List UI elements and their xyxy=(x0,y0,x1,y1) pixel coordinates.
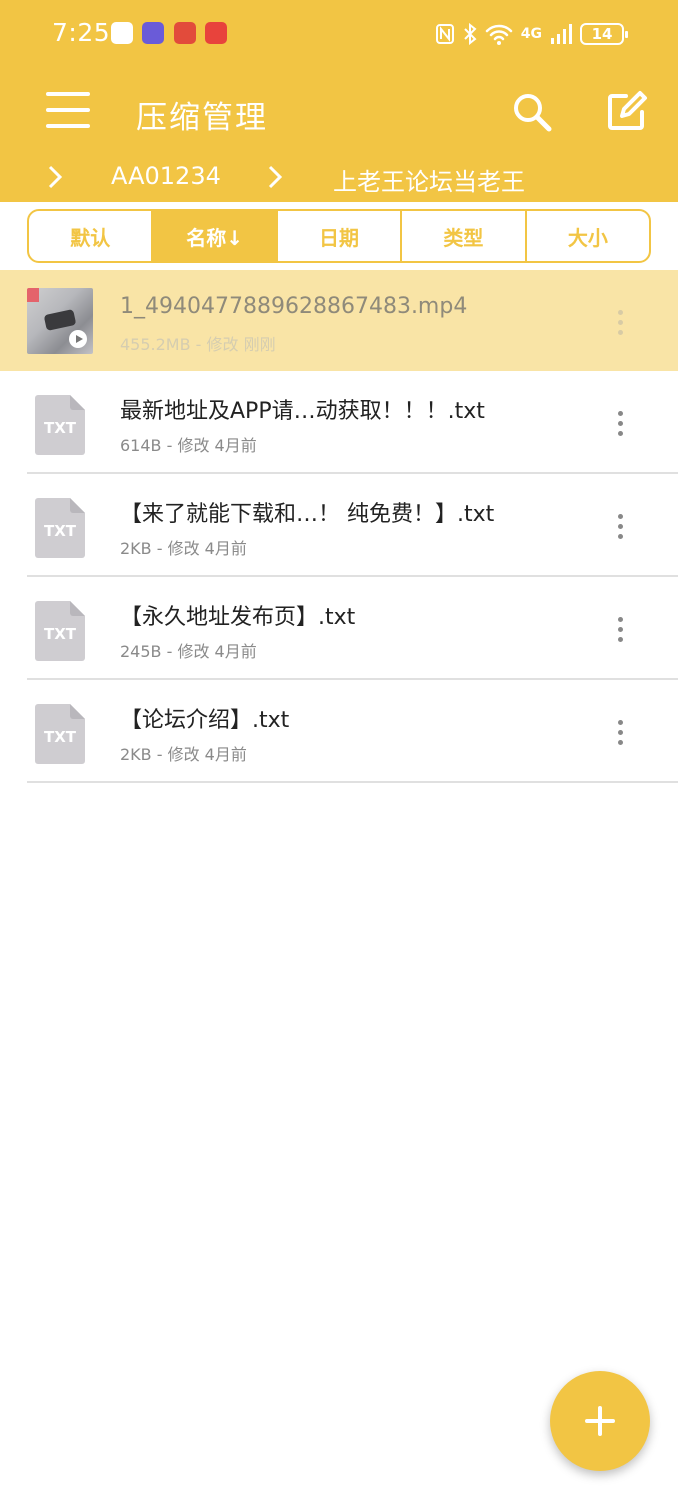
breadcrumb: AA01234 上老王论坛当老王 xyxy=(0,156,678,202)
more-options-button[interactable] xyxy=(610,615,630,645)
signal-icon xyxy=(551,24,572,44)
sort-type-tab[interactable]: 类型 xyxy=(402,211,527,261)
more-options-button[interactable] xyxy=(610,718,630,748)
bluetooth-icon xyxy=(464,23,477,45)
notification-app-icon xyxy=(174,22,196,44)
network-type: 4G xyxy=(520,26,542,42)
file-list: 1_4940477889628867483.mp4 455.2MB - 修改 刚… xyxy=(0,270,678,783)
play-icon xyxy=(69,330,87,348)
file-meta: 2KB - 修改 4月前 xyxy=(120,745,247,764)
more-options-button[interactable] xyxy=(610,512,630,542)
search-button[interactable] xyxy=(510,90,554,134)
file-row[interactable]: TXT 最新地址及APP请…动获取！！！.txt 614B - 修改 4月前 xyxy=(0,371,678,474)
file-meta: 614B - 修改 4月前 xyxy=(120,436,257,455)
more-icon-dot xyxy=(618,310,623,315)
more-icon-dot xyxy=(618,730,623,735)
edit-icon xyxy=(608,91,647,130)
more-options-button[interactable] xyxy=(610,308,630,338)
more-icon-dot xyxy=(618,320,623,325)
breadcrumb-item[interactable]: 上老王论坛当老王 xyxy=(333,162,525,197)
chevron-right-icon xyxy=(48,165,63,189)
thumbnail-detail xyxy=(43,309,77,331)
more-icon-dot xyxy=(618,421,623,426)
shopping-app-icon xyxy=(205,22,227,44)
file-row[interactable]: TXT 【论坛介绍】.txt 2KB - 修改 4月前 xyxy=(0,680,678,783)
menu-icon-bar xyxy=(46,108,90,112)
home-app-icon xyxy=(111,22,133,44)
more-options-button[interactable] xyxy=(610,409,630,439)
divider xyxy=(27,781,678,783)
menu-icon xyxy=(46,92,90,96)
battery-icon: 14 xyxy=(580,23,628,45)
file-meta: 245B - 修改 4月前 xyxy=(120,642,257,661)
txt-file-icon: TXT xyxy=(35,601,85,661)
page-title: 压缩管理 xyxy=(136,100,268,136)
more-icon-dot xyxy=(618,637,623,642)
thumbnail-detail xyxy=(27,288,39,302)
add-button[interactable] xyxy=(550,1371,650,1471)
txt-file-icon: TXT xyxy=(35,498,85,558)
file-name: 【永久地址发布页】.txt xyxy=(120,605,356,630)
more-icon-dot xyxy=(618,524,623,529)
more-icon-dot xyxy=(618,514,623,519)
more-icon-dot xyxy=(618,720,623,725)
battery-level: 14 xyxy=(591,25,613,43)
more-icon-dot xyxy=(618,431,623,436)
txt-file-icon: TXT xyxy=(35,395,85,455)
file-name: 【来了就能下载和…！ 纯免费！】.txt xyxy=(120,502,495,527)
sort-size-tab[interactable]: 大小 xyxy=(527,211,649,261)
status-indicators: 4G 14 xyxy=(435,18,628,50)
file-name: 1_4940477889628867483.mp4 xyxy=(120,294,468,319)
video-thumbnail xyxy=(27,288,93,354)
plus-icon xyxy=(585,1406,615,1436)
txt-file-icon: TXT xyxy=(35,704,85,764)
breadcrumb-item[interactable]: AA01234 xyxy=(111,162,221,190)
nfc-icon xyxy=(435,24,454,44)
search-icon xyxy=(514,94,552,132)
more-icon-dot xyxy=(618,411,623,416)
file-row[interactable]: 1_4940477889628867483.mp4 455.2MB - 修改 刚… xyxy=(0,270,678,371)
more-icon-dot xyxy=(618,617,623,622)
file-name: 【论坛介绍】.txt xyxy=(120,708,290,733)
sort-tabs: 默认 名称↓ 日期 类型 大小 xyxy=(27,209,651,263)
wifi-icon xyxy=(485,24,513,45)
file-meta: 2KB - 修改 4月前 xyxy=(120,539,247,558)
file-meta: 455.2MB - 修改 刚刚 xyxy=(120,335,276,354)
more-icon-dot xyxy=(618,627,623,632)
sort-default-tab[interactable]: 默认 xyxy=(29,211,154,261)
edit-button[interactable] xyxy=(604,90,648,134)
sort-name-tab[interactable]: 名称↓ xyxy=(153,211,278,261)
app-bar: 压缩管理 xyxy=(0,70,678,152)
status-time: 7:25 xyxy=(52,18,111,47)
file-row[interactable]: TXT 【来了就能下载和…！ 纯免费！】.txt 2KB - 修改 4月前 xyxy=(0,474,678,577)
txt-file-label: TXT xyxy=(44,728,77,746)
camera-app-icon xyxy=(142,22,164,44)
top-bar: 7:25 4G 14 压缩管理 AA01234 上老王论坛当老王 xyxy=(0,0,678,202)
menu-button[interactable] xyxy=(46,90,90,130)
status-bar: 7:25 4G 14 xyxy=(0,0,678,70)
more-icon-dot xyxy=(618,330,623,335)
chevron-right-icon xyxy=(268,165,283,189)
menu-icon-bar xyxy=(46,124,90,128)
txt-file-label: TXT xyxy=(44,625,77,643)
more-icon-dot xyxy=(618,740,623,745)
more-icon-dot xyxy=(618,534,623,539)
file-name: 最新地址及APP请…动获取！！！.txt xyxy=(120,399,485,424)
txt-file-label: TXT xyxy=(44,522,77,540)
file-row[interactable]: TXT 【永久地址发布页】.txt 245B - 修改 4月前 xyxy=(0,577,678,680)
txt-file-label: TXT xyxy=(44,419,77,437)
sort-date-tab[interactable]: 日期 xyxy=(278,211,403,261)
